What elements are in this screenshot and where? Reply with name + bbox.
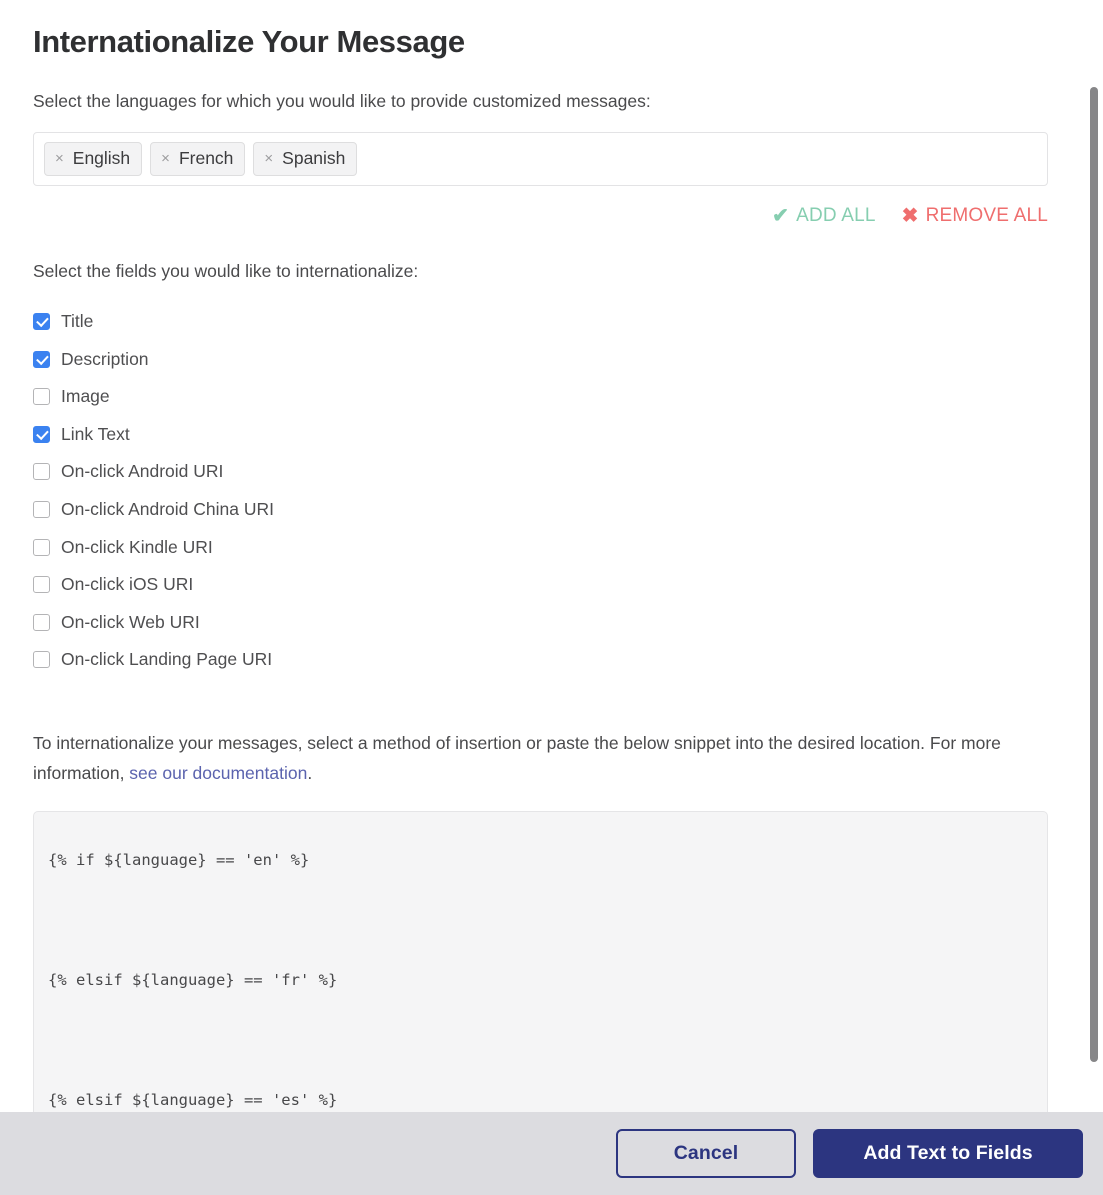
modal-content: Internationalize Your Message Select the… bbox=[0, 0, 1090, 1112]
field-checkbox-row[interactable]: Title bbox=[33, 303, 1057, 341]
language-tag-label: Spanish bbox=[282, 148, 346, 169]
fields-prompt-label: Select the fields you would like to inte… bbox=[33, 261, 419, 282]
remove-all-button[interactable]: ✖ REMOVE ALL bbox=[902, 205, 1048, 227]
field-checkbox-label: On-click iOS URI bbox=[61, 574, 194, 595]
checkbox-checked-icon[interactable] bbox=[33, 350, 50, 368]
language-tag[interactable]: × Spanish bbox=[253, 142, 358, 177]
bulk-actions: ✔ ADD ALL ✖ REMOVE ALL bbox=[33, 205, 1048, 227]
checkbox-checked-icon[interactable] bbox=[33, 312, 50, 330]
field-checkbox-label: Title bbox=[61, 310, 94, 331]
field-checkbox-label: On-click Web URI bbox=[61, 611, 200, 632]
field-checkbox-label: On-click Android URI bbox=[61, 461, 224, 482]
page-title: Internationalize Your Message bbox=[33, 24, 465, 59]
checkbox-unchecked-icon[interactable] bbox=[33, 613, 50, 631]
cancel-button[interactable]: Cancel bbox=[616, 1129, 796, 1178]
language-multiselect-input[interactable]: × English × French × Spanish bbox=[33, 132, 1048, 187]
language-tag[interactable]: × French bbox=[150, 142, 246, 177]
remove-tag-icon[interactable]: × bbox=[55, 151, 64, 166]
checkbox-unchecked-icon[interactable] bbox=[33, 538, 50, 556]
remove-tag-icon[interactable]: × bbox=[161, 151, 170, 166]
field-checkbox-label: On-click Android China URI bbox=[61, 498, 274, 519]
field-checkbox-row[interactable]: Description bbox=[33, 340, 1057, 378]
checkbox-unchecked-icon[interactable] bbox=[33, 651, 50, 669]
scrollbar-track[interactable] bbox=[1089, 0, 1101, 1112]
fields-checkbox-list: Title Description Image Link Text On-click A… bbox=[33, 303, 1057, 679]
modal-footer: Cancel Add Text to Fields bbox=[0, 1112, 1103, 1195]
add-all-label: ADD ALL bbox=[796, 205, 876, 227]
field-checkbox-row[interactable]: Link Text bbox=[33, 415, 1057, 453]
checkbox-unchecked-icon[interactable] bbox=[33, 388, 50, 406]
close-icon: ✖ bbox=[901, 205, 919, 228]
language-tag[interactable]: × English bbox=[44, 142, 143, 177]
field-checkbox-label: Link Text bbox=[61, 423, 130, 444]
check-icon: ✔ bbox=[772, 205, 790, 228]
language-tag-label: French bbox=[178, 148, 234, 169]
documentation-link[interactable]: see our documentation bbox=[129, 763, 307, 783]
language-prompt-label: Select the languages for which you would… bbox=[33, 90, 651, 111]
field-checkbox-row[interactable]: On-click Android China URI bbox=[33, 491, 1057, 529]
field-checkbox-label: Description bbox=[61, 348, 149, 369]
field-checkbox-row[interactable]: Image bbox=[33, 378, 1057, 416]
instructions-text-after: . bbox=[307, 762, 313, 783]
language-tag-label: English bbox=[72, 148, 131, 169]
add-all-button[interactable]: ✔ ADD ALL bbox=[772, 205, 876, 227]
field-checkbox-row[interactable]: On-click Android URI bbox=[33, 453, 1057, 491]
remove-tag-icon[interactable]: × bbox=[264, 151, 273, 166]
field-checkbox-label: Image bbox=[61, 386, 110, 407]
liquid-snippet-code-block[interactable]: {% if ${language} == 'en' %} {% elsif ${… bbox=[33, 810, 1048, 1112]
checkbox-unchecked-icon[interactable] bbox=[33, 500, 50, 518]
field-checkbox-label: On-click Landing Page URI bbox=[61, 649, 273, 670]
field-checkbox-row[interactable]: On-click iOS URI bbox=[33, 566, 1057, 604]
scrollbar-thumb[interactable] bbox=[1090, 87, 1098, 1062]
checkbox-unchecked-icon[interactable] bbox=[33, 463, 50, 481]
remove-all-label: REMOVE ALL bbox=[925, 205, 1048, 227]
field-checkbox-row[interactable]: On-click Kindle URI bbox=[33, 528, 1057, 566]
field-checkbox-row[interactable]: On-click Landing Page URI bbox=[33, 641, 1057, 679]
checkbox-checked-icon[interactable] bbox=[33, 425, 50, 443]
add-text-to-fields-button[interactable]: Add Text to Fields bbox=[813, 1129, 1083, 1178]
field-checkbox-label: On-click Kindle URI bbox=[61, 536, 213, 557]
field-checkbox-row[interactable]: On-click Web URI bbox=[33, 603, 1057, 641]
checkbox-unchecked-icon[interactable] bbox=[33, 576, 50, 594]
modal-scroll-area: Internationalize Your Message Select the… bbox=[0, 0, 1103, 1112]
instructions-paragraph: To internationalize your messages, selec… bbox=[33, 728, 1033, 788]
